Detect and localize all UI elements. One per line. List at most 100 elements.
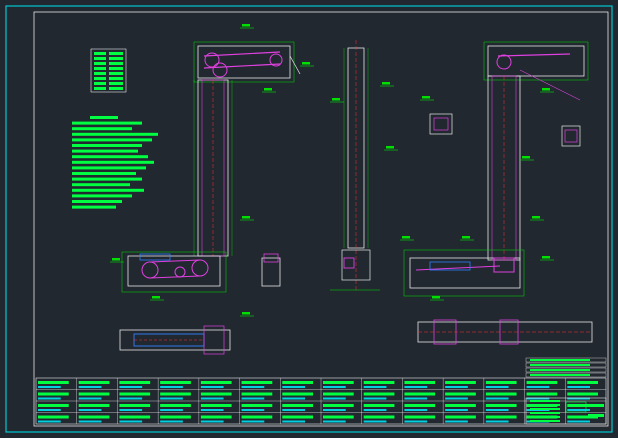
note-line	[72, 183, 130, 187]
parts-cell-text	[363, 409, 387, 411]
spec-cell	[94, 77, 106, 80]
parts-cell-text	[241, 415, 273, 419]
parts-cell-text	[119, 420, 143, 423]
parts-cell-text	[323, 404, 354, 407]
parts-cell-text	[38, 392, 69, 396]
dimension-text	[432, 296, 440, 299]
title-text	[530, 420, 560, 422]
note-line	[72, 132, 158, 136]
note-line	[72, 200, 122, 203]
note-line	[72, 194, 132, 198]
spec-cell	[109, 67, 123, 70]
parts-cell-text	[445, 420, 468, 423]
parts-cell-text	[160, 392, 191, 396]
parts-cell-text	[363, 404, 395, 407]
parts-cell-text	[119, 404, 151, 407]
note-line	[72, 127, 132, 131]
parts-cell-text	[526, 381, 558, 384]
parts-cell-text	[363, 415, 395, 419]
parts-cell-text	[363, 397, 387, 400]
parts-cell-text	[404, 404, 436, 407]
parts-cell-text	[38, 415, 69, 419]
parts-cell-text	[363, 381, 395, 384]
parts-cell-text	[78, 420, 102, 423]
parts-cell-text	[485, 392, 517, 396]
parts-cell-text	[119, 386, 143, 388]
note-line	[72, 155, 148, 159]
note-line	[72, 177, 142, 181]
parts-cell-text	[404, 397, 428, 400]
parts-cell-text	[38, 381, 69, 384]
parts-cell-text	[404, 415, 436, 419]
parts-cell-text	[160, 381, 191, 384]
parts-cell-text	[38, 420, 61, 423]
title-text	[588, 404, 604, 407]
parts-cell-text	[119, 415, 151, 419]
parts-cell-text	[404, 409, 428, 411]
note-line	[72, 138, 152, 142]
note-line	[72, 166, 146, 170]
spec-cell	[94, 72, 106, 75]
parts-cell-text	[119, 409, 143, 411]
parts-cell-text	[404, 420, 428, 423]
parts-cell-text	[485, 404, 517, 407]
spec-cell	[109, 52, 123, 55]
dimension-text	[264, 88, 272, 91]
parts-cell-text	[445, 386, 468, 388]
parts-cell-text	[323, 397, 346, 400]
parts-cell-text	[323, 392, 354, 396]
spec-cell	[94, 67, 106, 70]
parts-cell-text	[445, 415, 476, 419]
parts-cell-text	[404, 381, 436, 384]
spec-cell	[94, 62, 106, 65]
dimension-text	[112, 258, 120, 261]
spec-cell	[94, 87, 106, 90]
parts-cell-text	[200, 409, 224, 411]
spec-cell	[109, 77, 123, 80]
spec-cell	[109, 57, 123, 60]
parts-cell-text	[567, 420, 590, 423]
parts-cell-text	[485, 409, 509, 411]
parts-cell-text	[78, 404, 110, 407]
parts-cell-text	[485, 420, 509, 423]
parts-cell-text	[282, 386, 305, 388]
parts-cell-text	[485, 397, 509, 400]
parts-cell-text	[323, 420, 346, 423]
parts-cell-text	[241, 409, 265, 411]
parts-extra-text	[530, 374, 590, 376]
parts-cell-text	[160, 386, 183, 388]
dimension-text	[242, 312, 250, 315]
dimension-text	[542, 88, 550, 91]
dimension-text	[242, 216, 250, 219]
parts-cell-text	[78, 415, 110, 419]
parts-cell-text	[160, 404, 191, 407]
parts-cell-text	[119, 381, 151, 384]
parts-cell-text	[160, 415, 191, 419]
parts-cell-text	[323, 409, 346, 411]
dimension-text	[332, 98, 340, 101]
parts-cell-text	[200, 404, 232, 407]
parts-extra-text	[530, 364, 590, 366]
spec-cell	[94, 57, 106, 60]
parts-cell-text	[160, 409, 183, 411]
parts-cell-text	[78, 386, 102, 388]
parts-cell-text	[38, 409, 61, 411]
parts-cell-text	[404, 392, 436, 396]
parts-cell-text	[241, 404, 273, 407]
parts-cell-text	[323, 386, 346, 388]
parts-cell-text	[567, 381, 598, 384]
spec-cell	[94, 52, 106, 55]
parts-cell-text	[200, 397, 224, 400]
title-text	[530, 416, 560, 418]
parts-cell-text	[241, 386, 265, 388]
note-line	[72, 121, 142, 125]
dimension-text	[542, 256, 550, 259]
spec-cell	[109, 72, 123, 75]
parts-cell-text	[404, 386, 428, 388]
parts-cell-text	[485, 381, 517, 384]
parts-cell-text	[445, 409, 468, 411]
parts-cell-text	[78, 397, 102, 400]
parts-cell-text	[38, 397, 61, 400]
parts-cell-text	[200, 381, 232, 384]
parts-cell-text	[445, 397, 468, 400]
